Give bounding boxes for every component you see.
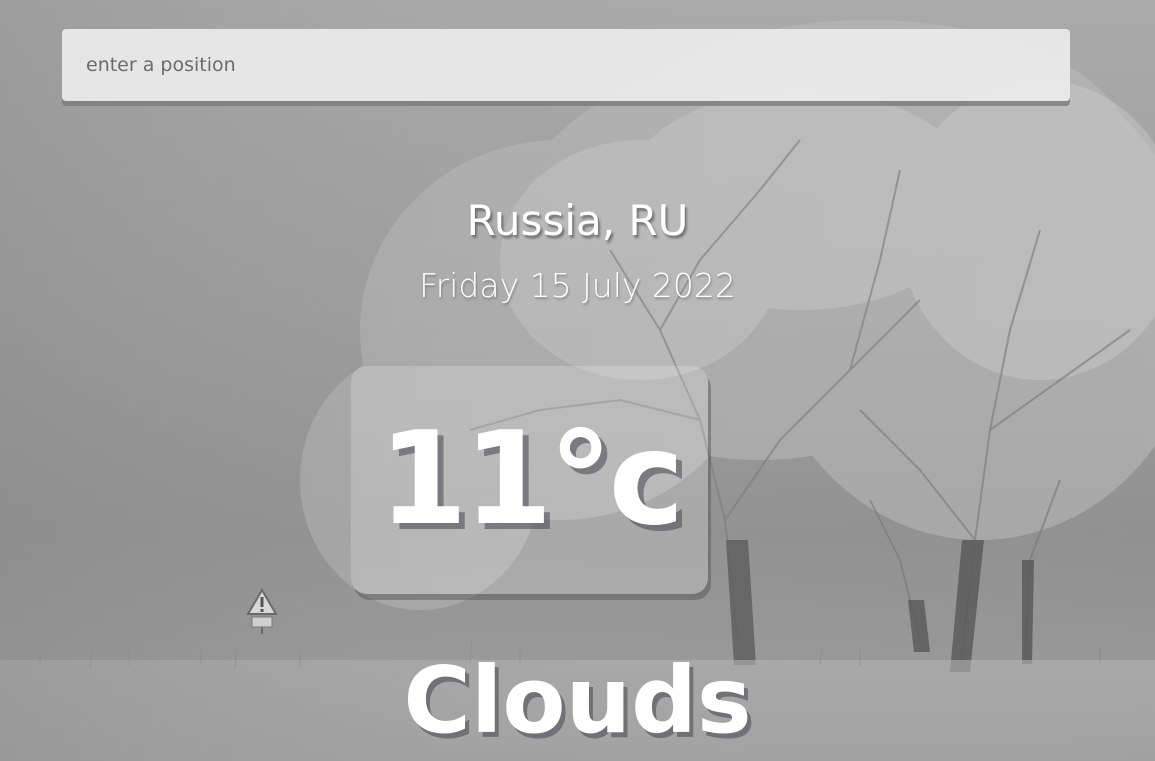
temperature-value: 11°c bbox=[378, 405, 685, 554]
search-box bbox=[62, 29, 1070, 101]
date-label: Friday 15 July 2022 bbox=[419, 266, 736, 305]
location-label: Russia, RU bbox=[466, 196, 689, 245]
weather-app: Russia, RU Friday 15 July 2022 11°c Clou… bbox=[0, 0, 1155, 761]
temperature-box: 11°c bbox=[351, 366, 708, 594]
search-input[interactable] bbox=[62, 29, 1070, 101]
weather-condition: Clouds bbox=[403, 647, 752, 754]
